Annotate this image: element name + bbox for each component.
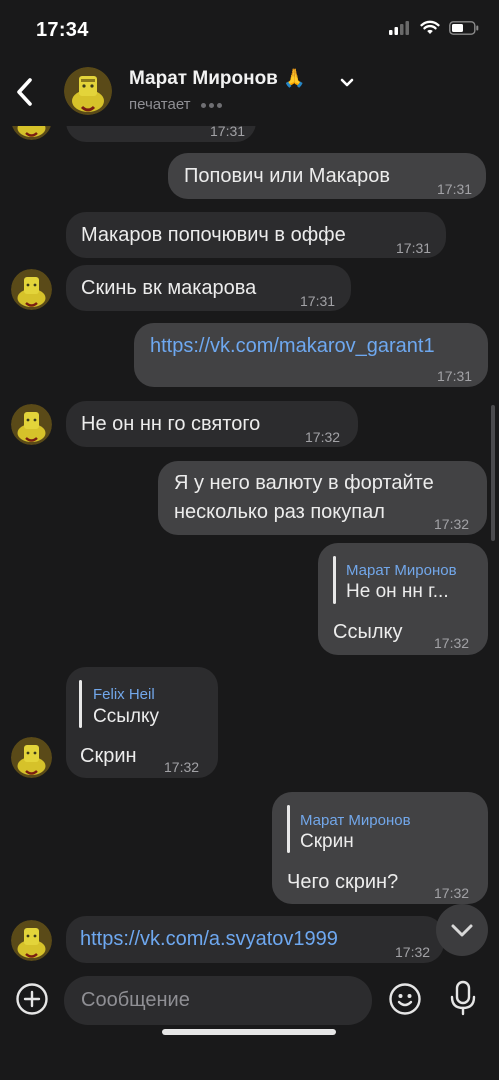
- message-link[interactable]: https://vk.com/a.svyatov1999: [80, 926, 338, 953]
- reply-bar: [333, 556, 336, 604]
- contact-avatar[interactable]: [64, 67, 112, 115]
- chat-header: Марат Миронов 🙏 печатает: [0, 56, 499, 126]
- header-menu-toggle[interactable]: [340, 75, 354, 93]
- message-time: 17:31: [437, 181, 473, 197]
- sender-avatar[interactable]: [11, 737, 52, 778]
- message-time: 17:31: [300, 293, 336, 309]
- message-bubble[interactable]: Марат Миронов Не он нн г... Ссылку 17:32: [318, 543, 488, 655]
- sticker-button[interactable]: [388, 982, 422, 1016]
- message-bubble[interactable]: Скинь вк макарова 17:31: [66, 265, 351, 311]
- message-text: Скрин: [80, 745, 137, 767]
- plus-circle-icon: [16, 983, 48, 1015]
- composer: Сообщение: [0, 965, 499, 1080]
- message-bubble[interactable]: Макаров попочювич в оффе 17:31: [66, 212, 446, 258]
- message-link[interactable]: https://vk.com/makarov_garant1: [150, 333, 435, 360]
- message-time: 17:32: [434, 516, 470, 532]
- message-text: Чего скрин?: [287, 871, 399, 893]
- message-input-placeholder: Сообщение: [81, 989, 190, 1011]
- attach-button[interactable]: [15, 982, 49, 1016]
- reply-text: Скрин: [300, 831, 354, 852]
- scrollbar[interactable]: [491, 405, 495, 541]
- voice-message-button[interactable]: [448, 980, 478, 1016]
- message-time: 17:32: [395, 944, 431, 960]
- message-time: 17:31: [437, 368, 473, 384]
- message-bubble[interactable]: https://vk.com/a.svyatov1999 17:32: [66, 916, 444, 963]
- message-bubble[interactable]: Попович или Макаров 17:31: [168, 153, 486, 199]
- status-bar: 17:34: [0, 0, 499, 56]
- typing-status: печатает: [129, 96, 222, 113]
- message-input[interactable]: Сообщение: [64, 976, 372, 1025]
- message-bubble[interactable]: Felix Heil Ссылку Скрин 17:32: [66, 667, 218, 778]
- reply-text: Не он нн г...: [346, 581, 449, 602]
- status-icons: [389, 20, 479, 35]
- contact-name[interactable]: Марат Миронов 🙏: [129, 68, 306, 90]
- battery-icon: [449, 20, 479, 35]
- status-time: 17:34: [36, 19, 89, 41]
- scroll-down-button[interactable]: [436, 904, 488, 956]
- message-time: 17:32: [434, 635, 470, 651]
- message-text: Ссылку: [333, 621, 403, 643]
- message-bubble[interactable]: Марат Миронов Скрин Чего скрин? 17:32: [272, 792, 488, 904]
- reply-bar: [79, 680, 82, 728]
- cellular-signal-icon: [389, 20, 409, 35]
- chevron-left-icon: [17, 78, 32, 106]
- message-text-line: несколько раз покупал: [174, 501, 385, 523]
- message-bubble[interactable]: https://vk.com/makarov_garant1 17:31: [134, 323, 488, 387]
- microphone-icon: [450, 980, 476, 1016]
- wifi-icon: [420, 20, 440, 34]
- reply-bar: [287, 805, 290, 853]
- message-time: 17:32: [305, 429, 341, 445]
- message-time: 17:32: [434, 885, 470, 901]
- message-bubble[interactable]: Я у него валюту в фортайте несколько раз…: [158, 461, 487, 535]
- smiley-icon: [389, 983, 421, 1015]
- typing-dots-icon: [200, 102, 222, 108]
- message-time: 17:32: [164, 759, 200, 775]
- sender-avatar[interactable]: [11, 404, 52, 445]
- back-button[interactable]: [12, 74, 38, 110]
- message-text: Макаров попочювич в оффе: [81, 224, 346, 246]
- sender-avatar[interactable]: [11, 269, 52, 310]
- chevron-down-icon: [340, 78, 354, 87]
- message-text-line: Я у него валюту в фортайте: [174, 472, 434, 494]
- home-indicator: [162, 1029, 336, 1035]
- message-text: Не он нн го святого: [81, 413, 261, 435]
- sender-avatar[interactable]: [11, 920, 52, 961]
- message-text: Скинь вк макарова: [81, 277, 257, 299]
- message-bubble[interactable]: Не он нн го святого 17:32: [66, 401, 358, 447]
- reply-text: Ссылку: [93, 706, 159, 727]
- message-time: 17:31: [396, 240, 432, 256]
- message-text: Попович или Макаров: [184, 165, 390, 187]
- pray-emoji: 🙏: [283, 68, 306, 89]
- chevron-down-icon: [451, 924, 473, 937]
